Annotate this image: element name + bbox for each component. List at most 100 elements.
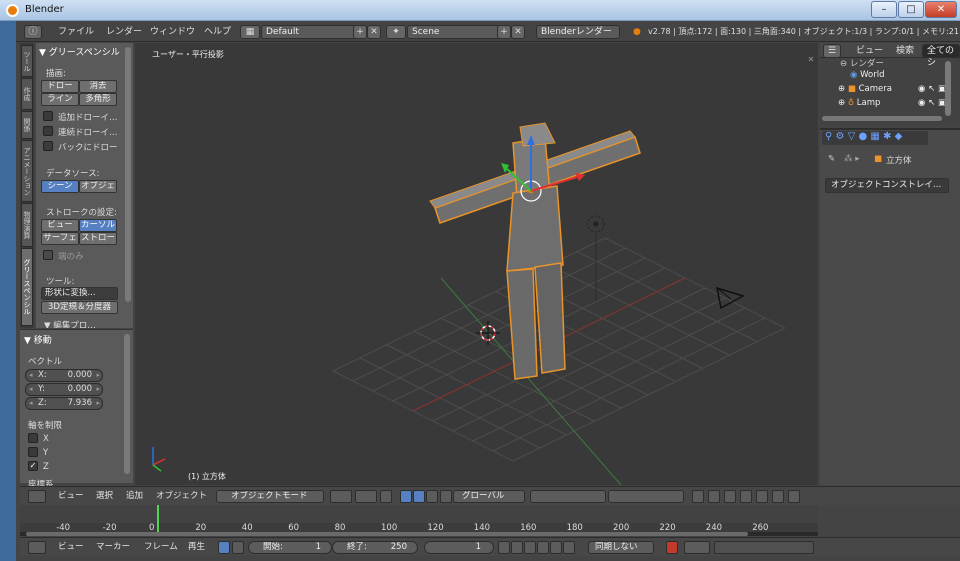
poly-button[interactable]: 多角形 <box>79 93 117 106</box>
outliner-row-camera[interactable]: ⊕ ■ Camera ◉ ↖ ▣ <box>838 84 960 97</box>
decrement-icon[interactable]: ◂ <box>29 384 33 395</box>
ruler-protractor-button[interactable]: 3D定規＆分度器 <box>41 301 118 314</box>
outliner-row-render[interactable]: ⊖ レンダー <box>840 57 960 70</box>
endpoints-only-checkbox[interactable] <box>43 250 53 260</box>
layer-buttons-2[interactable] <box>608 490 684 503</box>
header-object-menu[interactable]: オブジェクト <box>156 490 207 503</box>
jump-keyframe-forward-icon[interactable] <box>550 541 562 554</box>
menu-help[interactable]: ヘルプ <box>204 25 231 39</box>
stroke-surface-button[interactable]: サーフェ <box>41 232 79 245</box>
edit-panel-title[interactable]: ▼ 編集プロ… <box>44 319 96 328</box>
layer-buttons-1[interactable] <box>530 490 606 503</box>
tab-physics[interactable]: 物理演算 <box>21 203 33 247</box>
start-frame-field[interactable]: 開始: 1 <box>248 541 332 554</box>
pin-icon[interactable]: ✎ <box>828 154 835 164</box>
increment-icon[interactable]: ▸ <box>96 370 100 381</box>
constraint-tab-icon[interactable]: ⚲ ⚙ ▽ ● ▦ ✱ ◆ <box>825 131 902 142</box>
layout-field[interactable]: Default <box>261 25 361 39</box>
header-view-menu[interactable]: ビュー <box>58 490 84 503</box>
pivot-select-icon[interactable] <box>355 490 377 503</box>
timeline-frame-menu[interactable]: フレーム <box>144 541 178 554</box>
draw-behind-checkbox[interactable] <box>43 141 53 151</box>
add-scene-icon[interactable]: + <box>497 25 511 39</box>
constraint-x-checkbox[interactable] <box>28 433 38 443</box>
constraint-z-checkbox[interactable]: ✓ <box>28 461 38 471</box>
jump-start-icon[interactable] <box>498 541 510 554</box>
vector-z-field[interactable]: ◂ Z: 7.936 ▸ <box>25 397 103 410</box>
increment-icon[interactable]: ▸ <box>96 384 100 395</box>
erase-button[interactable]: 消去 <box>79 80 117 93</box>
timeline-playback-menu[interactable]: 再生 <box>188 541 205 554</box>
properties-context-tabs[interactable]: ⚲ ⚙ ▽ ● ▦ ✱ ◆ <box>822 131 928 145</box>
current-frame-field[interactable]: 1 <box>424 541 494 554</box>
source-object-button[interactable]: オブジェ <box>79 180 117 193</box>
convert-shape-select[interactable]: 形状に変換... <box>41 287 118 300</box>
toolshelf-scrollbar[interactable] <box>125 47 131 302</box>
preview-range-icon[interactable] <box>218 541 230 554</box>
tab-create[interactable]: 作成 <box>21 78 33 110</box>
draw-button[interactable]: ドロー <box>41 80 79 93</box>
outliner-view-menu[interactable]: ビュー <box>856 44 883 58</box>
outliner-scrollbar[interactable] <box>945 61 951 116</box>
outliner-filter-select[interactable]: 全てのシ <box>922 44 960 68</box>
timeline-scrollbar[interactable] <box>26 532 748 536</box>
opengl-render-icon[interactable] <box>772 490 784 503</box>
outliner-type-icon[interactable]: ☰ <box>823 44 841 58</box>
play-reverse-icon[interactable] <box>524 541 536 554</box>
timeline[interactable]: -40 -20 0 20 40 60 80 100 120 140 160 180 200 220 240 2… <box>20 505 818 536</box>
proportional-edit-icon[interactable] <box>724 490 736 503</box>
vector-x-field[interactable]: ◂ X: 0.000 ▸ <box>25 369 103 382</box>
range-lock-icon[interactable] <box>232 541 244 554</box>
line-button[interactable]: ライン <box>41 93 79 106</box>
tab-grease-pencil[interactable]: グリースペンシル <box>21 248 33 326</box>
3d-viewport[interactable]: ユーザー・平行投影 (1) 立方体 <box>135 43 818 485</box>
translate-manipulator-icon[interactable] <box>400 490 412 503</box>
shading-select-icon[interactable] <box>330 490 352 503</box>
opengl-anim-icon[interactable] <box>788 490 800 503</box>
scale-manipulator-icon[interactable] <box>426 490 438 503</box>
maximize-button[interactable]: □ <box>898 1 924 18</box>
increment-icon[interactable]: ▸ <box>96 398 100 409</box>
manipulator-toggle-icon[interactable] <box>380 490 392 503</box>
outliner-hscrollbar[interactable] <box>822 116 942 121</box>
screen-layout-icon[interactable]: ▦ <box>240 25 260 39</box>
tab-animation[interactable]: アニメーション <box>21 140 33 202</box>
vector-y-field[interactable]: ◂ Y: 0.000 ▸ <box>25 383 103 396</box>
stroke-stroke-button[interactable]: ストロー <box>79 232 117 245</box>
constraint-y-checkbox[interactable] <box>28 447 38 457</box>
minimize-button[interactable]: – <box>871 1 897 18</box>
remove-scene-icon[interactable]: ✕ <box>511 25 525 39</box>
viewport-corner-icon[interactable] <box>808 56 814 62</box>
keying-mode-icon[interactable] <box>684 541 710 554</box>
end-frame-field[interactable]: 終了: 250 <box>332 541 418 554</box>
visibility-eye-icon[interactable]: ◉ ↖ ▣ <box>918 98 946 108</box>
source-scene-button[interactable]: シーン <box>41 180 79 193</box>
outliner-row-world[interactable]: ◉ World <box>850 70 960 83</box>
panel-grease-pencil-title[interactable]: ▼ グリースペンシル <box>39 45 120 59</box>
close-button[interactable]: ✕ <box>925 1 957 18</box>
sync-mode-select[interactable]: 同期しない <box>588 541 654 554</box>
character-mesh[interactable] <box>429 122 641 380</box>
scene-field[interactable]: Scene <box>407 25 507 39</box>
lock-layers-icon[interactable] <box>692 490 704 503</box>
timeline-marker-menu[interactable]: マーカー <box>96 541 130 554</box>
outliner-search-menu[interactable]: 検索 <box>896 44 914 58</box>
mode-select[interactable]: オブジェクトモード <box>216 490 324 503</box>
decrement-icon[interactable]: ◂ <box>29 370 33 381</box>
operator-scrollbar[interactable] <box>124 334 130 474</box>
additive-drawing-checkbox[interactable] <box>43 111 53 121</box>
operator-title[interactable]: ▼ 移動 <box>24 333 52 347</box>
editor-type-info-icon[interactable]: ⓘ <box>24 25 42 39</box>
add-layout-icon[interactable]: + <box>353 25 367 39</box>
add-constraint-select[interactable]: オブジェクトコンストレイ… <box>825 178 949 193</box>
display-mode-icon[interactable] <box>708 490 720 503</box>
stroke-view-button[interactable]: ビュー <box>41 219 79 232</box>
tab-relations[interactable]: 関係 <box>21 111 33 139</box>
visibility-eye-icon[interactable]: ◉ ↖ ▣ <box>918 84 946 94</box>
keying-set-field[interactable] <box>714 541 814 554</box>
tab-tools[interactable]: ツール <box>21 45 33 77</box>
editor-type-timeline-icon[interactable] <box>28 541 46 554</box>
scene-icon[interactable]: ✦ <box>386 25 406 39</box>
continuous-drawing-checkbox[interactable] <box>43 126 53 136</box>
editor-type-3d-icon[interactable] <box>28 490 46 503</box>
